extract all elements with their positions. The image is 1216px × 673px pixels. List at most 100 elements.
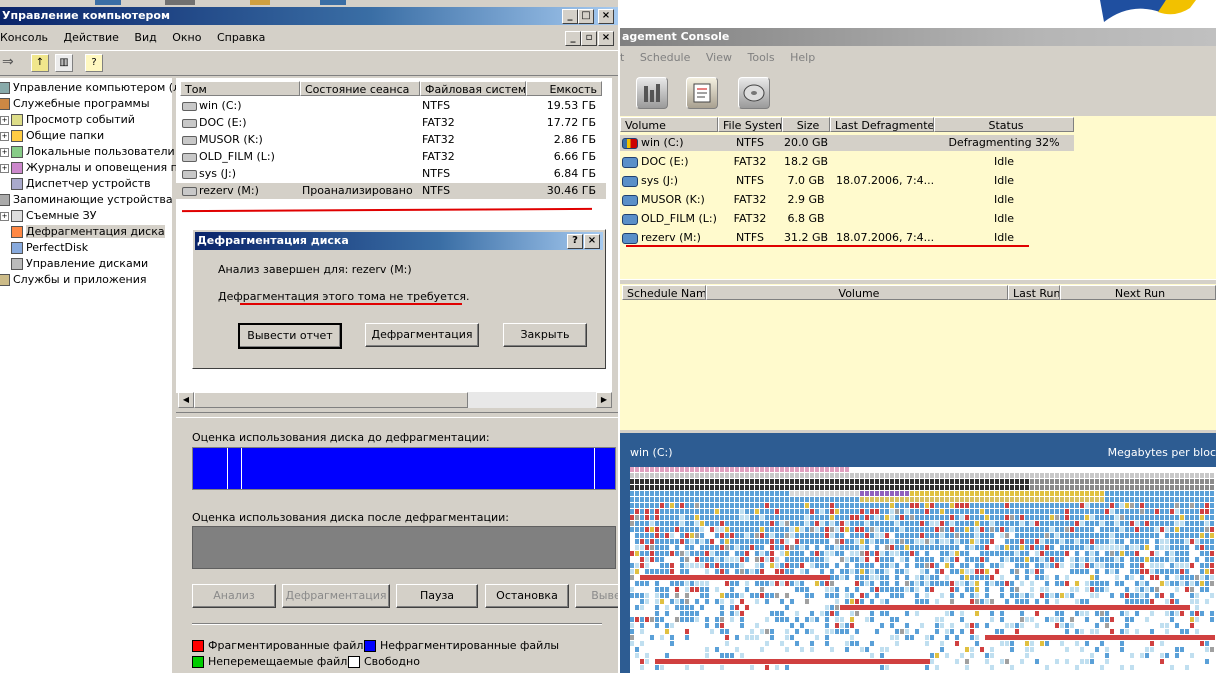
column-header-filesystem[interactable]: Файловая система <box>420 81 526 96</box>
menu-action[interactable]: Действие <box>64 31 119 44</box>
computer-management-window: Управление компьютером _ □ × Консоль Дей… <box>0 0 618 673</box>
column-header-capacity[interactable]: Емкость <box>526 81 602 96</box>
dialog-close-button[interactable]: × <box>584 234 600 249</box>
tree-item[interactable]: Запоминающие устройства <box>0 192 173 208</box>
scroll-thumb[interactable] <box>194 392 468 408</box>
tree-item[interactable]: +Дефрагментация диска <box>0 224 165 240</box>
expand-icon[interactable]: + <box>0 211 9 221</box>
mdi-minimize-button[interactable]: _ <box>565 31 581 46</box>
column-header-volume[interactable]: Volume <box>620 117 718 132</box>
table-row[interactable]: MUSOR (K:) FAT32 2.86 ГБ <box>176 132 606 148</box>
tree-item[interactable]: +Диспетчер устройств <box>0 176 151 192</box>
analyze-button[interactable]: Анализ <box>192 584 276 608</box>
mdi-close-button[interactable]: × <box>598 31 614 46</box>
tree-item[interactable]: +PerfectDisk <box>0 240 88 256</box>
table-cell: FAT32 <box>422 133 455 146</box>
column-header-size[interactable]: Size <box>782 117 830 132</box>
expand-icon[interactable]: + <box>0 131 9 141</box>
table-row[interactable]: win (C:) NTFS 19.53 ГБ <box>176 98 606 114</box>
forward-icon[interactable]: ⇒ <box>2 54 14 70</box>
table-cell: Проанализировано <box>302 184 413 197</box>
table-cell: 6.8 GB <box>787 212 825 225</box>
column-header-next-run[interactable]: Next Run <box>1060 285 1216 300</box>
column-header-status[interactable]: Status <box>934 117 1074 132</box>
menu-window[interactable]: Окно <box>172 31 201 44</box>
stop-button[interactable]: Остановка <box>485 584 569 608</box>
menu-view[interactable]: View <box>706 51 732 64</box>
column-header-last-defrag[interactable]: Last Defragmented <box>830 117 934 132</box>
column-header-session-state[interactable]: Состояние сеанса <box>300 81 420 96</box>
dialog-help-button[interactable]: ? <box>567 234 583 249</box>
defragment-button[interactable]: Дефрагментация <box>282 584 390 608</box>
column-header-last-run[interactable]: Last Run <box>1008 285 1060 300</box>
services-icon <box>0 274 10 286</box>
scroll-right-icon[interactable]: ▶ <box>596 392 612 408</box>
help-icon[interactable]: ? <box>85 54 103 72</box>
title-bar[interactable]: agement Console <box>620 28 1216 46</box>
view-report-button[interactable]: Вывести отчет <box>238 323 342 349</box>
table-row[interactable]: sys (J:) NTFS 6.84 ГБ <box>176 166 606 182</box>
menu-view[interactable]: Вид <box>134 31 156 44</box>
horizontal-scrollbar[interactable]: ◀ ▶ <box>178 392 612 408</box>
mdi-restore-button[interactable]: ▫ <box>581 31 597 46</box>
minimize-button[interactable]: _ <box>562 9 578 24</box>
table-cell: MUSOR (K:) <box>199 133 263 146</box>
column-header-schedule-volume[interactable]: Volume <box>706 285 1008 300</box>
legend-fragmented: Фрагментированные файлы <box>192 639 372 652</box>
expand-icon[interactable]: + <box>0 163 9 173</box>
expand-icon[interactable]: + <box>0 147 9 157</box>
tree-item[interactable]: Службы и приложения <box>0 272 146 288</box>
menu-tools[interactable]: Tools <box>748 51 775 64</box>
before-label: Оценка использования диска до дефрагмент… <box>192 431 490 444</box>
menu-console[interactable]: Консоль <box>0 31 48 44</box>
menu-schedule[interactable]: Schedule <box>640 51 691 64</box>
table-row[interactable]: MUSOR (K:) FAT32 2.9 GB Idle <box>620 192 1216 208</box>
tree-item[interactable]: +Управление дисками <box>0 256 148 272</box>
tree-item[interactable]: + Съемные ЗУ <box>0 208 96 224</box>
disk-mgmt-icon <box>11 258 23 270</box>
dialog-result-text: Дефрагментация этого тома не требуется. <box>218 290 470 303</box>
menu-help[interactable]: Help <box>790 51 815 64</box>
tree-item[interactable]: Служебные программы <box>0 96 150 112</box>
column-header-filesystem[interactable]: File System <box>718 117 782 132</box>
unmovable-swatch <box>192 656 204 668</box>
menu-first[interactable]: t <box>620 51 624 64</box>
table-row[interactable]: rezerv (M:) Проанализировано NTFS 30.46 ГБ <box>176 183 606 199</box>
drive-tool-icon[interactable] <box>738 77 770 109</box>
pause-button[interactable]: Пауза <box>396 584 478 608</box>
column-header-schedule-name[interactable]: Schedule Name <box>622 285 706 300</box>
drive-icon <box>182 101 197 111</box>
tree-item-label: Службы и приложения <box>13 273 147 286</box>
expand-icon[interactable]: + <box>0 115 9 125</box>
report-button[interactable]: Выве <box>575 584 618 608</box>
red-underline <box>626 245 1029 247</box>
table-cell: NTFS <box>735 136 765 149</box>
table-cell: FAT32 <box>422 116 455 129</box>
table-cell: NTFS <box>735 231 765 244</box>
table-cell: sys (J:) <box>641 174 679 187</box>
tree-item[interactable]: + Общие папки <box>0 128 104 144</box>
table-row[interactable]: DOC (E:) FAT32 17.72 ГБ <box>176 115 606 131</box>
tree-item[interactable]: + Журналы и оповещения пр <box>0 160 185 176</box>
title-bar[interactable]: Управление компьютером _ □ × <box>0 7 618 25</box>
dialog-defrag-button[interactable]: Дефрагментация <box>365 323 479 347</box>
table-row[interactable]: win (C:) NTFS 20.0 GB Defragmenting 32% <box>620 135 1074 151</box>
tree-item[interactable]: + Локальные пользователи и <box>0 144 185 160</box>
menu-help[interactable]: Справка <box>217 31 265 44</box>
dialog-title-bar[interactable]: Дефрагментация диска ? × <box>195 232 603 250</box>
tree-item[interactable]: + Просмотр событий <box>0 112 135 128</box>
scroll-left-icon[interactable]: ◀ <box>178 392 194 408</box>
schedule-tool-icon[interactable] <box>686 77 718 109</box>
up-folder-icon[interactable]: ↑ <box>31 54 49 72</box>
chart-tool-icon[interactable] <box>636 77 668 109</box>
table-row[interactable]: sys (J:) NTFS 7.0 GB 18.07.2006, 7:4... Idle <box>620 173 1216 189</box>
show-tree-icon[interactable]: ▥ <box>55 54 73 72</box>
table-row[interactable]: DOC (E:) FAT32 18.2 GB Idle <box>620 154 1216 170</box>
maximize-button[interactable]: □ <box>578 9 594 24</box>
close-button[interactable]: × <box>598 9 614 24</box>
table-row[interactable]: rezerv (M:) NTFS 31.2 GB 18.07.2006, 7:4...… <box>620 230 1216 246</box>
dialog-close-text-button[interactable]: Закрыть <box>503 323 587 347</box>
table-row[interactable]: OLD_FILM (L:) FAT32 6.66 ГБ <box>176 149 606 165</box>
table-row[interactable]: OLD_FILM (L:) FAT32 6.8 GB Idle <box>620 211 1216 227</box>
column-header-volume[interactable]: Том <box>180 81 300 96</box>
